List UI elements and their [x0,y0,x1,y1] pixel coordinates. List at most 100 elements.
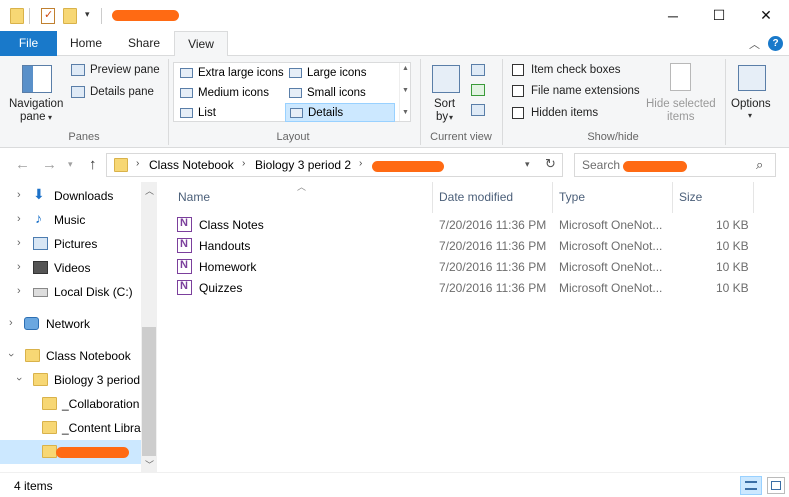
layout-details[interactable]: Details [285,103,395,122]
breadcrumb-biology[interactable]: Biology 3 period 2 [255,158,351,172]
layout-large-icons[interactable]: Large icons [285,64,395,83]
extra-large-icons-icon [180,68,193,78]
nav-item-class-notebook[interactable]: › Class Notebook [0,344,141,368]
hidden-items-label[interactable]: Hidden items [531,107,598,119]
item-check-boxes-checkbox[interactable] [512,64,524,76]
scroll-up-icon[interactable]: ︿ [145,184,154,197]
help-icon[interactable]: ? [768,36,783,51]
file-row[interactable]: Homework 7/20/2016 11:36 PM Microsoft On… [173,257,773,278]
nav-item-biology[interactable]: › Biology 3 period [0,368,141,392]
options-dropdown-icon[interactable]: ▾ [748,111,752,120]
search-box[interactable]: Search ⌕ [574,153,776,177]
collapse-chevron-icon[interactable]: › [13,377,25,381]
column-header-name[interactable]: Name [178,190,210,204]
file-row[interactable]: Handouts 7/20/2016 11:36 PM Microsoft On… [173,236,773,257]
column-header-type[interactable]: Type [559,190,585,204]
forward-arrow-icon[interactable]: → [42,156,57,173]
navigation-pane-dropdown-icon[interactable]: ▾ [48,113,52,122]
layout-medium-icons[interactable]: Medium icons [176,84,284,103]
layout-small-icons[interactable]: Small icons [285,84,395,103]
sort-by-label-2[interactable]: by [436,111,448,123]
close-button[interactable]: ✕ [743,0,789,31]
nav-item-selected-folder[interactable] [0,440,141,464]
nav-item-pictures[interactable]: › Pictures [0,232,141,256]
layout-list[interactable]: List [176,104,284,123]
group-label-show-hide: Show/hide [587,131,639,143]
hide-selected-items-button[interactable]: Hide selected [646,98,716,110]
column-header-date-modified[interactable]: Date modified [439,190,513,204]
details-view-icon[interactable] [740,476,762,495]
large-icons-view-icon[interactable] [767,477,785,494]
customize-qat-icon[interactable]: ▾ [85,9,90,20]
breadcrumb-chevron-icon[interactable]: › [359,158,362,169]
tab-file[interactable]: File [0,31,57,56]
options-button[interactable]: Options [731,98,771,110]
expand-chevron-icon[interactable]: › [17,285,21,297]
tab-share[interactable]: Share [118,31,170,56]
breadcrumb-class-notebook[interactable]: Class Notebook [149,158,234,172]
pictures-icon [33,237,48,250]
search-icon[interactable]: ⌕ [756,157,763,173]
nav-pane-scroll-thumb[interactable] [142,327,156,456]
nav-item-collaboration[interactable]: _Collaboration [0,392,141,416]
add-columns-icon[interactable] [471,84,485,96]
hide-selected-items-label-2[interactable]: items [667,111,694,123]
expand-chevron-icon[interactable]: › [17,189,21,201]
navigation-pane-label-2[interactable]: pane [20,111,46,123]
back-arrow-icon[interactable]: ← [15,156,30,173]
recent-locations-chevron-icon[interactable]: ▾ [68,159,73,170]
file-name-extensions-checkbox[interactable] [512,85,524,97]
expand-chevron-icon[interactable]: › [9,317,13,329]
nav-item-label: Biology 3 period [54,373,141,387]
new-folder-icon[interactable] [63,8,77,24]
details-icon [290,108,303,118]
minimize-button[interactable]: ─ [650,0,696,31]
layout-gallery-scrollbar[interactable]: ▲ ▼ ▼ [399,63,411,121]
details-pane-button[interactable]: Details pane [90,86,154,98]
preview-pane-button[interactable]: Preview pane [90,64,160,76]
group-by-icon[interactable] [471,64,485,76]
nav-item-label: Music [54,213,86,227]
tab-home[interactable]: Home [60,31,112,56]
file-date: 7/20/2016 11:36 PM [439,281,547,295]
hidden-items-checkbox[interactable] [512,107,524,119]
nav-item-local-disk[interactable]: › Local Disk (C:) [0,280,141,304]
layout-extra-large-icons[interactable]: Extra large icons [176,64,284,83]
breadcrumb-chevron-icon[interactable]: › [242,158,245,169]
search-input[interactable]: Search [582,158,620,172]
nav-item-content-library[interactable]: _Content Libra [0,416,141,440]
column-header-size[interactable]: Size [679,190,702,204]
navigation-pane-button[interactable]: Navigation [9,98,63,110]
column-divider[interactable] [672,182,673,213]
properties-icon[interactable]: ✓ [41,8,55,24]
column-divider[interactable] [753,182,754,213]
item-check-boxes-label[interactable]: Item check boxes [531,64,620,76]
tab-view[interactable]: View [174,31,228,57]
file-row[interactable]: Class Notes 7/20/2016 11:36 PM Microsoft… [173,215,773,236]
nav-item-downloads[interactable]: › ⬇ Downloads [0,184,141,208]
expand-chevron-icon[interactable]: › [17,213,21,225]
file-name-extensions-label[interactable]: File name extensions [531,85,640,97]
nav-item-network[interactable]: › Network [0,312,141,336]
sort-by-dropdown-icon[interactable]: ▾ [449,113,453,122]
file-name: Homework [199,260,257,274]
maximize-button[interactable]: ☐ [696,0,742,31]
nav-item-music[interactable]: › ♪ Music [0,208,141,232]
sort-by-button[interactable]: Sort [434,98,455,110]
breadcrumb-chevron-icon[interactable]: › [136,158,139,169]
collapse-chevron-icon[interactable]: › [5,353,17,357]
redacted-search-text [623,161,687,172]
up-arrow-icon[interactable]: ↑ [89,156,97,173]
column-divider[interactable] [432,182,433,213]
expand-chevron-icon[interactable]: › [17,261,21,273]
collapse-ribbon-icon[interactable]: ︿ [749,36,760,52]
expand-chevron-icon[interactable]: › [17,237,21,249]
size-columns-to-fit-icon[interactable] [471,104,485,116]
refresh-icon[interactable]: ↻ [545,156,556,172]
scroll-down-icon[interactable]: ﹀ [145,458,154,471]
column-divider[interactable] [552,182,553,213]
file-row[interactable]: Quizzes 7/20/2016 11:36 PM Microsoft One… [173,278,773,299]
address-dropdown-icon[interactable]: ▾ [525,159,530,170]
nav-item-videos[interactable]: › Videos [0,256,141,280]
address-bar[interactable]: › Class Notebook › Biology 3 period 2 › … [106,153,563,177]
